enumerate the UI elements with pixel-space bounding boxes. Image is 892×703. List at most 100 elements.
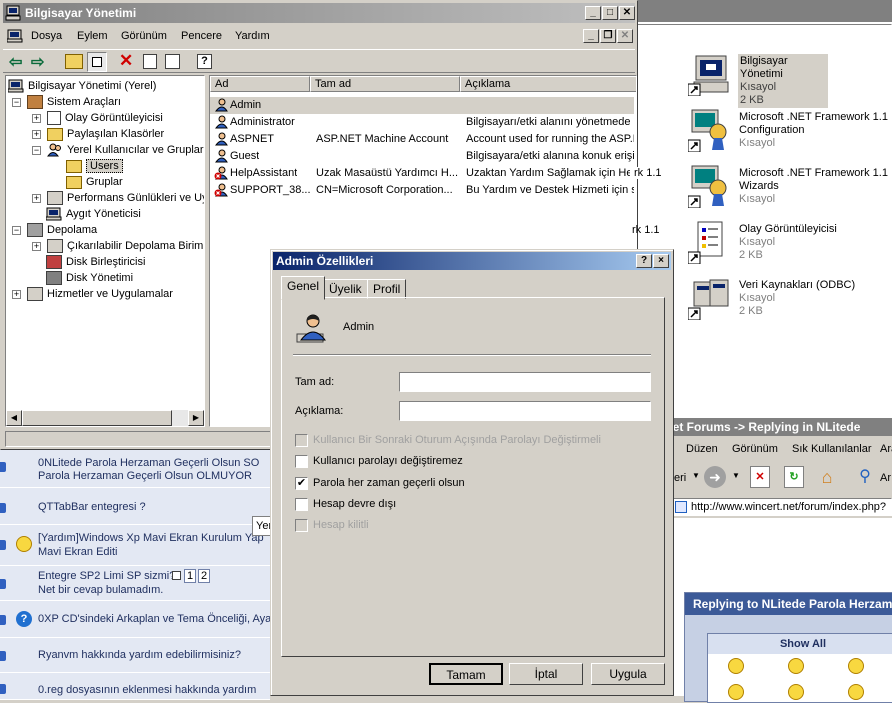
smiley-icon[interactable] <box>848 658 864 674</box>
minimize-button[interactable]: _ <box>585 6 601 20</box>
tree-item-event-viewer[interactable]: + Olay Görüntüleyicisi <box>32 110 163 126</box>
shortcut-item[interactable]: Microsoft .NET Framework 1.1 Wizards Kıs… <box>686 162 892 212</box>
expand-icon[interactable]: + <box>32 193 41 203</box>
column-header-description[interactable]: Açıklama <box>460 76 636 92</box>
shortcut-item[interactable]: Olay Görüntüleyicisi Kısayol 2 KB <box>686 218 892 268</box>
page-link[interactable]: 2 <box>198 569 211 583</box>
forward-arrow-icon[interactable]: ⇨ <box>31 52 44 72</box>
show-tree-icon[interactable] <box>87 52 107 72</box>
expand-icon[interactable]: + <box>32 113 41 123</box>
topic-title[interactable]: [Yardım]Windows Xp Mavi Ekran Kurulum Ya… <box>38 531 264 559</box>
tree-item-defrag[interactable]: Disk Birleştiricisi <box>46 254 145 270</box>
child-close-button[interactable]: ✕ <box>617 29 633 43</box>
menu-yardim[interactable]: Yardım <box>235 30 270 42</box>
table-row[interactable]: SUPPORT_38... CN=Microsoft Corporation..… <box>210 182 634 199</box>
account-locked-checkbox[interactable] <box>295 519 308 532</box>
tree-item-storage[interactable]: − Depolama <box>12 222 97 238</box>
tree-hscrollbar[interactable]: ◀ ▶ <box>6 410 204 426</box>
properties-icon[interactable] <box>143 54 157 69</box>
menu-favorites[interactable]: Sık Kullanılanlar <box>792 443 872 455</box>
tree-item-device-manager[interactable]: Aygıt Yöneticisi <box>45 206 141 222</box>
topic-title[interactable]: 0NLitede Parola Herzaman Geçerli Olsun S… <box>38 457 259 483</box>
help-button[interactable]: ? <box>636 254 652 268</box>
cancel-button[interactable]: İptal <box>509 663 583 685</box>
menu-duzen[interactable]: Düzen <box>686 443 718 455</box>
list-item[interactable]: ? 0XP CD'sindeki Arkaplan ve Tema Önceli… <box>0 602 275 638</box>
show-all-link[interactable]: Show All <box>708 634 892 654</box>
up-folder-icon[interactable] <box>65 54 83 69</box>
topic-title[interactable]: QTTabBar entegresi ? <box>38 501 146 513</box>
description-field[interactable] <box>399 401 651 421</box>
child-restore-button[interactable]: ❐ <box>600 29 616 43</box>
back-label[interactable]: eri <box>674 472 686 484</box>
tree-item-local-users[interactable]: − Yerel Kullanıcılar ve Gruplar <box>32 142 204 158</box>
menu-pencere[interactable]: Pencere <box>181 30 222 42</box>
search-icon[interactable]: ⚲ <box>854 466 876 488</box>
shortcut-item[interactable]: Bilgisayar Yönetimi Kısayol 2 KB <box>686 50 886 108</box>
list-item[interactable]: Entegre SP2 Limi SP sizmi? 1 2 Net bir c… <box>0 567 270 601</box>
column-header-fullname[interactable]: Tam ad <box>310 76 460 92</box>
shortcut-item[interactable]: Microsoft .NET Framework 1.1 Configurati… <box>686 106 892 156</box>
menu-dosya[interactable]: Dosya <box>31 30 62 42</box>
topic-title[interactable]: 0XP CD'sindeki Arkaplan ve Tema Önceliği… <box>38 613 275 625</box>
menu-gorunum[interactable]: Görünüm <box>732 443 778 455</box>
dropdown-arrow-icon[interactable]: ▼ <box>732 471 740 480</box>
topic-title[interactable]: Ryanvm hakkında yardım edebilirmisiniz? <box>38 649 241 661</box>
table-row[interactable]: Guest Bilgisayara/etki alanına konuk eri… <box>210 148 634 165</box>
table-row[interactable]: Admin <box>210 97 634 114</box>
tree-item-disk-management[interactable]: Disk Yönetimi <box>46 270 133 286</box>
tree-item-services[interactable]: + Hizmetler ve Uygulamalar <box>12 286 173 302</box>
scroll-left-button[interactable]: ◀ <box>6 410 22 426</box>
smiley-icon[interactable] <box>848 684 864 700</box>
cannot-change-password-checkbox[interactable] <box>295 455 308 468</box>
account-disabled-checkbox[interactable] <box>295 498 308 511</box>
export-list-icon[interactable] <box>165 54 180 69</box>
menu-gorunum[interactable]: Görünüm <box>121 30 167 42</box>
collapse-icon[interactable]: − <box>32 145 41 155</box>
child-minimize-button[interactable]: _ <box>583 29 599 43</box>
tab-uyelik[interactable]: Üyelik <box>323 279 368 299</box>
tab-genel[interactable]: Genel <box>281 276 326 300</box>
close-button[interactable]: ✕ <box>619 6 635 20</box>
shortcut-item[interactable]: Veri Kaynakları (ODBC) Kısayol 2 KB <box>686 274 892 324</box>
list-item[interactable]: 0NLitede Parola Herzaman Geçerli Olsun S… <box>0 448 270 488</box>
tree-item-shared-folders[interactable]: + Paylaşılan Klasörler <box>32 126 164 142</box>
smiley-icon[interactable] <box>728 658 744 674</box>
table-row[interactable]: ASPNET ASP.NET Machine Account Account u… <box>210 131 634 148</box>
apply-button[interactable]: Uygula <box>591 663 665 685</box>
tree-item-groups[interactable]: Gruplar <box>66 174 123 190</box>
help-book-icon[interactable]: ? <box>197 54 212 69</box>
list-item[interactable]: 0.reg dosyasının eklenmesi hakkında yard… <box>0 674 270 700</box>
ok-button[interactable]: Tamam <box>429 663 503 685</box>
password-never-expires-checkbox[interactable]: ✔ <box>295 477 308 490</box>
maximize-button[interactable]: □ <box>602 6 618 20</box>
list-item[interactable]: [Yardım]Windows Xp Mavi Ekran Kurulum Ya… <box>0 526 270 566</box>
table-row[interactable]: Administrator Bilgisayarı/etki alanını y… <box>210 114 634 131</box>
smiley-icon[interactable] <box>788 684 804 700</box>
stop-icon[interactable]: ✕ <box>750 466 770 488</box>
tree-item-users[interactable]: Users <box>66 158 123 174</box>
home-icon[interactable]: ⌂ <box>816 466 838 488</box>
list-item[interactable]: QTTabBar entegresi ? <box>0 489 270 525</box>
topic-title[interactable]: Entegre SP2 Limi SP sizmi? <box>38 570 175 582</box>
must-change-password-checkbox[interactable] <box>295 434 308 447</box>
table-row[interactable]: HelpAssistant Uzak Masaüstü Yardımcı H..… <box>210 165 634 182</box>
dropdown-arrow-icon[interactable]: ▼ <box>692 471 700 480</box>
smiley-icon[interactable] <box>728 684 744 700</box>
expand-icon[interactable]: + <box>12 289 21 299</box>
collapse-icon[interactable]: − <box>12 97 21 107</box>
refresh-icon[interactable]: ↻ <box>784 466 804 488</box>
scroll-right-button[interactable]: ▶ <box>188 410 204 426</box>
forward-icon[interactable]: ➜ <box>704 466 726 488</box>
close-button[interactable]: × <box>653 254 669 268</box>
delete-icon[interactable]: ✕ <box>119 51 133 71</box>
menu-eylem[interactable]: Eylem <box>77 30 108 42</box>
smiley-icon[interactable] <box>788 658 804 674</box>
address-bar[interactable]: http://www.wincert.net/forum/index.php? <box>672 498 892 516</box>
tree-item-removable-storage[interactable]: + Çıkarılabilir Depolama Birimi <box>32 238 204 254</box>
list-item[interactable]: Ryanvm hakkında yardım edebilirmisiniz? <box>0 639 270 673</box>
expand-icon[interactable]: + <box>32 129 41 139</box>
ara-label[interactable]: Ar <box>880 472 891 484</box>
tree-item-root[interactable]: Bilgisayar Yönetimi (Yerel) <box>7 78 156 94</box>
tree-item-performance[interactable]: + Performans Günlükleri ve Uyarılar <box>32 190 204 206</box>
